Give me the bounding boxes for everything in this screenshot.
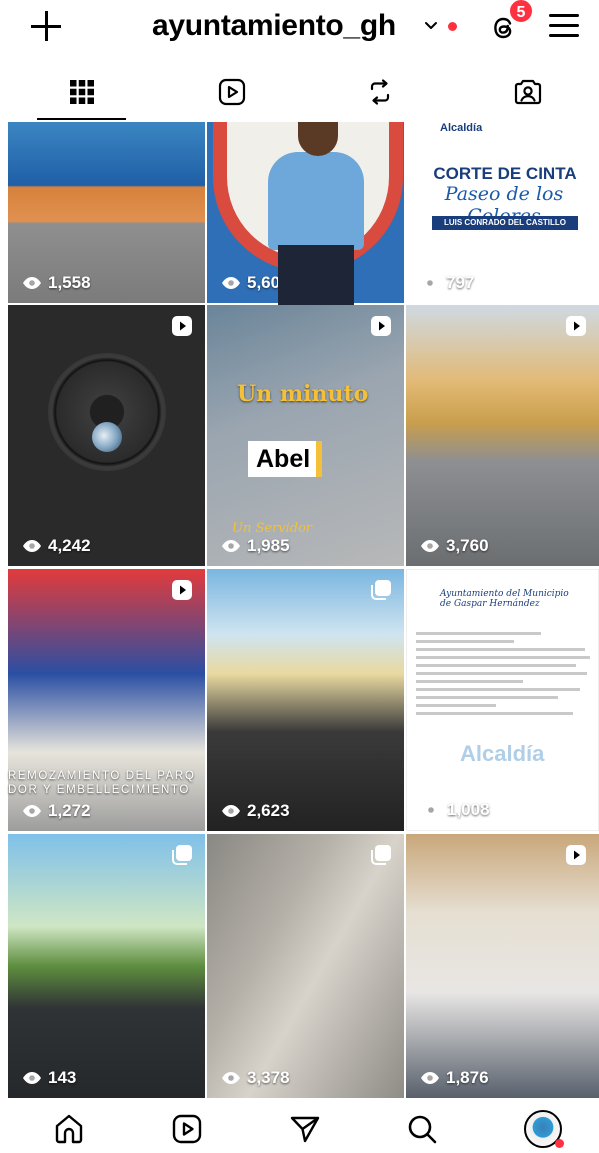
carousel-icon [172,845,192,865]
post-tile[interactable]: 1,558 [8,122,205,303]
eye-icon [222,277,240,289]
tab-tagged[interactable] [453,66,599,121]
view-count-label: 3,378 [247,1068,290,1087]
view-count: 1,272 [22,801,91,821]
document-watermark: Alcaldía [460,741,545,766]
eye-icon [23,805,41,817]
person-pants [278,245,354,305]
profile-notification-dot [555,1139,564,1148]
document-text-lines [416,632,594,720]
view-count-label: 1,558 [48,273,91,292]
menu-icon[interactable] [549,14,579,38]
eye-icon [422,804,440,816]
view-count: 3,378 [221,1068,290,1088]
view-count: 1,985 [221,536,290,556]
post-tile[interactable]: 3,378 [207,834,404,1098]
card-school-name: LUIS CONRADO DEL CASTILLO [432,216,578,230]
profile-header: ayuntamiento_gh 5 [0,0,599,60]
tab-grid[interactable] [7,66,157,121]
reel-icon [172,316,192,336]
view-count-label: 1,876 [446,1068,489,1087]
eye-icon [222,1072,240,1084]
threads-badge: 5 [508,0,534,24]
carousel-icon [371,580,391,600]
view-count-label: 143 [48,1068,77,1087]
reel-tagline: Un Servidor [232,521,313,536]
eye-icon [421,540,439,552]
card-org-name: Alcaldía [440,122,483,134]
reel-icon [566,316,586,336]
eye-icon [23,1072,41,1084]
view-count: 797 [420,273,474,293]
search-icon [408,1115,437,1144]
card-title: CORTE DE CINTA [433,164,577,183]
nav-messages[interactable] [288,1112,324,1148]
person-figure [268,152,364,250]
view-count: 1,558 [22,273,91,293]
view-count-label: 2,623 [247,801,290,820]
reel-icon [371,316,391,336]
view-count: 3,760 [420,536,489,556]
reel-icon [566,845,586,865]
view-count: 4,242 [22,536,91,556]
eye-icon [222,805,240,817]
view-count: 1,876 [420,1068,489,1088]
camera-lens-center [92,422,122,452]
reel-icon [172,580,192,600]
reels-icon [218,78,246,106]
view-count: 143 [22,1068,76,1088]
view-count: 2,623 [221,801,290,821]
eye-icon [222,540,240,552]
reels-icon [172,1114,202,1144]
tagged-icon [514,79,542,105]
plus-icon[interactable] [28,8,64,44]
view-count-label: 1,008 [447,800,490,819]
reel-headline: Un minuto [237,381,369,407]
eye-icon [421,1072,439,1084]
grid-icon [70,80,94,104]
nav-home[interactable] [52,1112,88,1148]
post-tile[interactable]: 1,876 [406,834,599,1098]
repost-icon [370,79,390,105]
bottom-navigation [0,1100,599,1153]
nav-search[interactable] [405,1112,441,1148]
active-tab-indicator [37,118,126,120]
home-icon [55,1114,83,1144]
eye-icon [23,277,41,289]
eye-icon [421,277,439,289]
profile-username[interactable]: ayuntamiento_gh [152,9,396,43]
document-heading: Ayuntamiento del Municipio de Gaspar Her… [440,589,569,609]
view-count-label: 3,760 [446,536,489,555]
profile-tabs [0,66,599,121]
send-icon [290,1116,320,1143]
view-count-label: 4,242 [48,536,91,555]
eye-icon [23,540,41,552]
view-count-label: 797 [446,273,475,292]
post-tile[interactable]: 143 [8,834,205,1098]
carousel-icon [371,845,391,865]
post-tile[interactable]: 2,623 [207,569,404,831]
post-tile[interactable]: 3,760 [406,305,599,566]
view-count-label: 1,985 [247,536,290,555]
chevron-down-icon[interactable] [424,21,438,31]
nav-reels[interactable] [170,1112,206,1148]
post-caption-overlay: REMOZAMIENTO DEL PARQ DOR Y EMBELLECIMIE… [8,770,196,796]
camera-lens-graphic [48,353,166,471]
reel-name: Abel [256,445,311,473]
tab-reels[interactable] [157,66,307,121]
view-count-label: 1,272 [48,801,91,820]
view-count: 1,008 [421,800,490,820]
tab-reposts[interactable] [305,66,455,121]
notification-dot [448,22,457,31]
